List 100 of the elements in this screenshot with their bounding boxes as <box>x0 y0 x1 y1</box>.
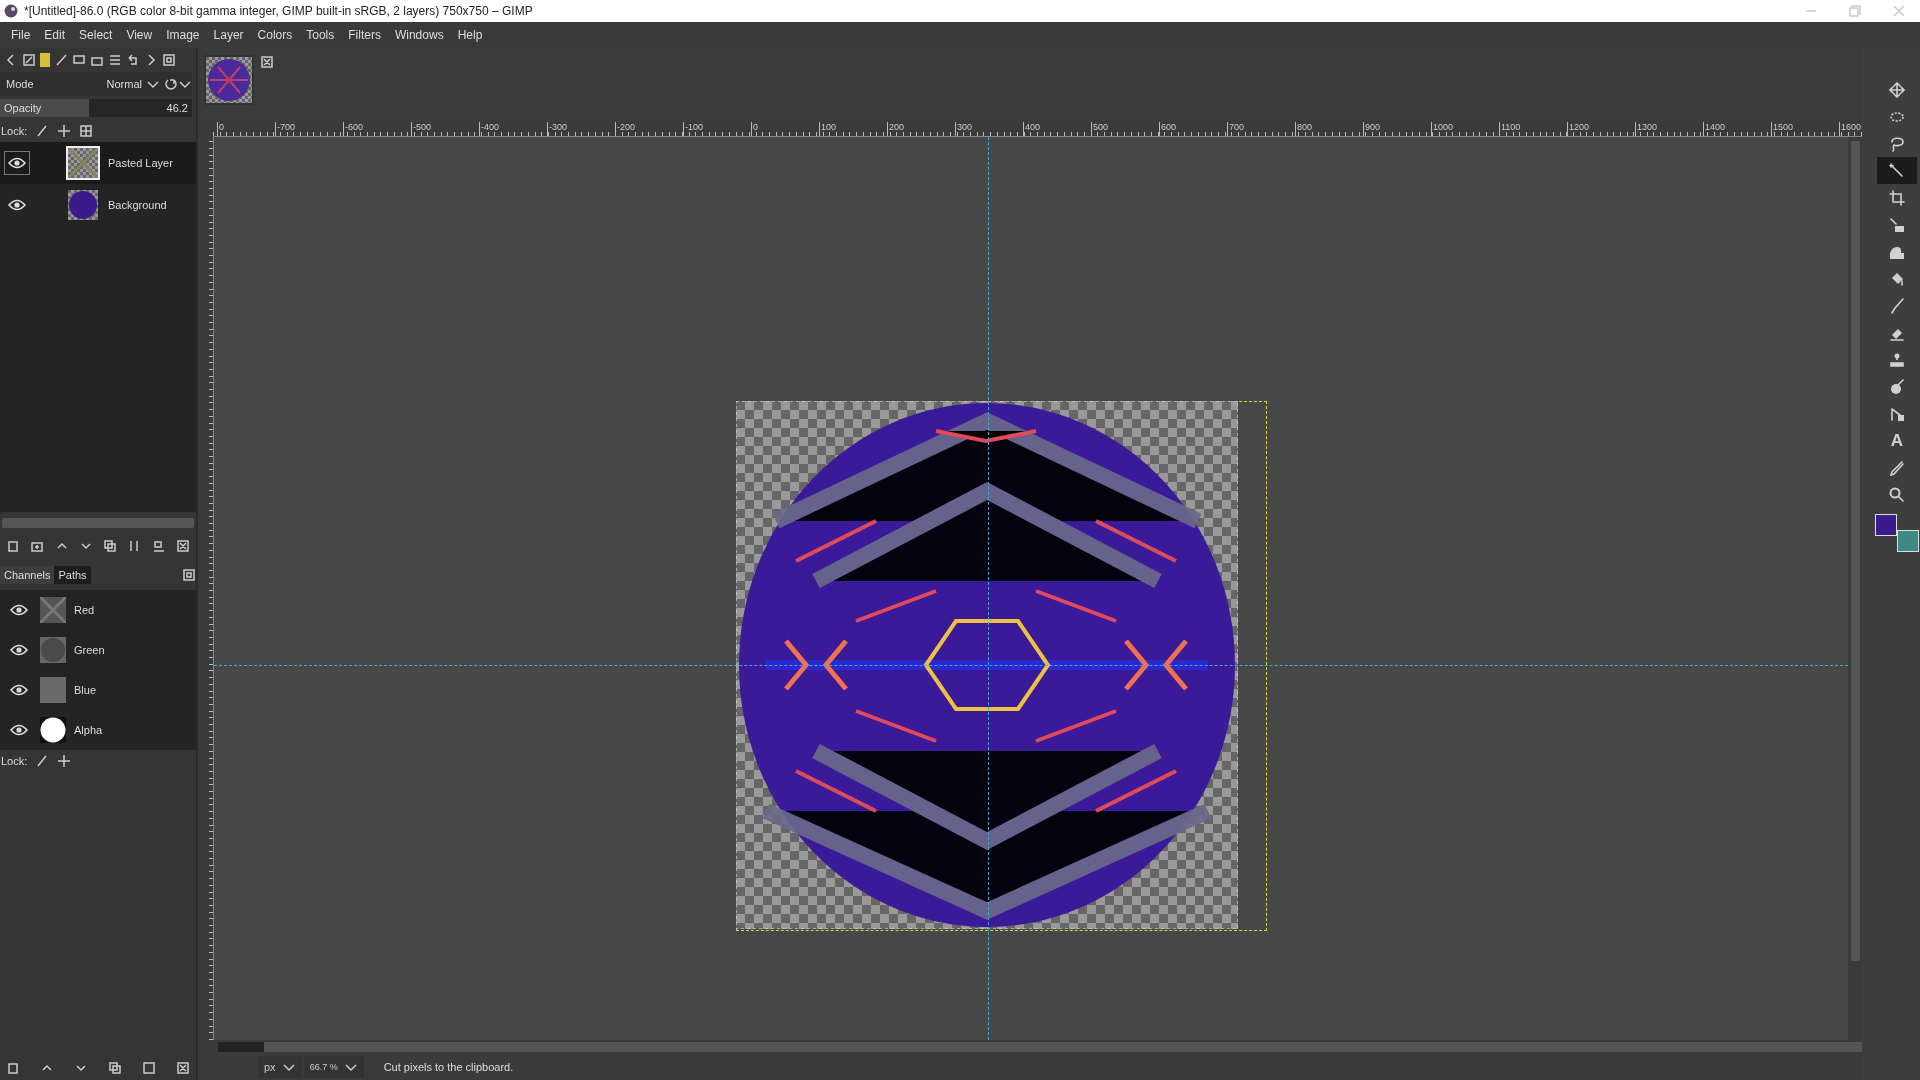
ruler-label: -500 <box>411 122 479 136</box>
tool-button[interactable]: A <box>1877 427 1917 454</box>
ruler-label: -700 <box>275 122 343 136</box>
channel-name: Alpha <box>74 724 103 736</box>
ruler-label: 300 <box>955 122 1023 136</box>
menu-item[interactable]: View <box>119 25 160 45</box>
tool-button[interactable] <box>1877 157 1917 184</box>
zoom-dropdown[interactable]: 66.7 % <box>303 1056 364 1078</box>
ruler-label: 700 <box>1227 122 1295 136</box>
layer-row[interactable]: Background <box>0 184 196 226</box>
canvas[interactable] <box>214 137 1848 1040</box>
ruler-label: -600 <box>343 122 411 136</box>
ruler-label: 0 <box>217 122 275 136</box>
ruler-label: 1500 <box>1771 122 1839 136</box>
channel-name: Red <box>74 604 95 616</box>
eye-icon[interactable] <box>10 724 28 736</box>
ruler-label: 1200 <box>1567 122 1635 136</box>
menu-item[interactable]: Windows <box>387 25 451 45</box>
layer-thumbnail <box>68 190 98 220</box>
menu-item[interactable]: Help <box>450 25 490 45</box>
checker-icon[interactable] <box>79 124 94 138</box>
new-channel-icon[interactable] <box>6 1061 20 1075</box>
ruler-label: 600 <box>1159 122 1227 136</box>
menu-item[interactable]: Edit <box>37 25 73 45</box>
channel-name: Blue <box>74 684 97 696</box>
delete-icon[interactable] <box>176 1061 190 1075</box>
channel-thumbnail <box>40 637 66 663</box>
reset-icon[interactable] <box>164 77 178 91</box>
smudge-icon <box>1889 378 1905 395</box>
ruler-label: 900 <box>1363 122 1431 136</box>
opacity-slider[interactable]: Opacity 46.2 <box>0 99 192 117</box>
undo-icon[interactable] <box>126 53 140 67</box>
eyedropper-icon <box>1889 459 1905 476</box>
panel-menu-icon[interactable] <box>162 53 176 67</box>
menu-item[interactable]: Tools <box>299 25 342 45</box>
foreground-color-swatch[interactable] <box>1875 514 1897 536</box>
panel-menu-icon[interactable] <box>182 568 196 582</box>
ruler-label: 0 <box>751 122 819 136</box>
eye-icon[interactable] <box>10 684 28 696</box>
pencil-icon[interactable] <box>35 754 50 768</box>
lasso-icon <box>1889 135 1905 152</box>
move-icon[interactable] <box>57 754 72 768</box>
ruler-label: 1100 <box>1499 122 1567 136</box>
layers-icon[interactable] <box>108 53 122 67</box>
panel-tab[interactable]: Channels <box>0 566 55 584</box>
move-icon[interactable] <box>57 124 72 138</box>
menu-item[interactable]: Colors <box>250 25 300 45</box>
menu-item[interactable]: File <box>4 25 38 45</box>
panel-tab[interactable]: Paths <box>54 566 91 584</box>
unit-dropdown[interactable]: px <box>258 1056 302 1078</box>
layer-row[interactable]: Pasted Layer <box>0 142 196 184</box>
channel-row[interactable]: Blue <box>0 670 196 710</box>
lock-label: Lock: <box>1 125 28 137</box>
eye-icon[interactable] <box>10 644 28 656</box>
eye-icon[interactable] <box>8 199 26 211</box>
ruler-label: 1400 <box>1703 122 1771 136</box>
scrollbar[interactable] <box>2 518 194 528</box>
brush-icon <box>1889 297 1905 314</box>
channel-name: Green <box>74 644 105 656</box>
app-logo-icon <box>4 4 18 18</box>
move-icon <box>1889 81 1905 98</box>
duplicate-icon[interactable] <box>108 1061 122 1075</box>
menu-item[interactable]: Layer <box>206 25 251 45</box>
channel-row[interactable]: Red <box>0 590 196 630</box>
layer-name: Pasted Layer <box>108 157 173 169</box>
tool-options-icon[interactable] <box>22 53 36 67</box>
ruler-label: 200 <box>887 122 955 136</box>
menu-item[interactable]: Filters <box>341 25 388 45</box>
ruler-label: -100 <box>683 122 751 136</box>
menu-item[interactable]: Image <box>159 25 207 45</box>
tool-glyph: A <box>1890 430 1904 451</box>
menu-item[interactable]: Select <box>72 25 120 45</box>
new-layer-icon[interactable] <box>6 539 20 553</box>
layer-thumbnail <box>68 148 98 178</box>
scrollbar[interactable] <box>1850 141 1860 961</box>
eye-icon[interactable] <box>8 157 26 169</box>
close-icon[interactable] <box>260 55 274 69</box>
selection-icon[interactable] <box>142 1061 156 1075</box>
channel-thumbnail <box>40 677 66 703</box>
channel-row[interactable]: Green <box>0 630 196 670</box>
window-title: *[Untitled]-86.0 (RGB color 8-bit gamma integer, GIMP built-in sRGB, 2 layers) 750x750 – GIMP <box>24 4 534 18</box>
lock-label: Lock: <box>1 755 28 767</box>
new-group-icon[interactable] <box>30 539 45 553</box>
channel-thumbnail <box>40 597 66 623</box>
duplicate-icon[interactable] <box>103 539 118 553</box>
ruler-label: 400 <box>1023 122 1091 136</box>
eye-icon[interactable] <box>10 604 28 616</box>
transform-icon <box>1889 216 1905 233</box>
ruler-label: 1000 <box>1431 122 1499 136</box>
ruler-label: -400 <box>479 122 547 136</box>
delete-icon[interactable] <box>175 539 190 553</box>
ruler-label: 100 <box>819 122 887 136</box>
brush-icon[interactable] <box>54 53 68 67</box>
scrollbar[interactable] <box>218 1042 1862 1052</box>
channel-row[interactable]: Alpha <box>0 710 196 750</box>
image-tab[interactable] <box>204 55 254 105</box>
ruler-label: 1300 <box>1635 122 1703 136</box>
background-color-swatch[interactable] <box>1897 530 1919 552</box>
search-icon <box>1889 486 1905 503</box>
pencil-icon[interactable] <box>35 124 50 138</box>
